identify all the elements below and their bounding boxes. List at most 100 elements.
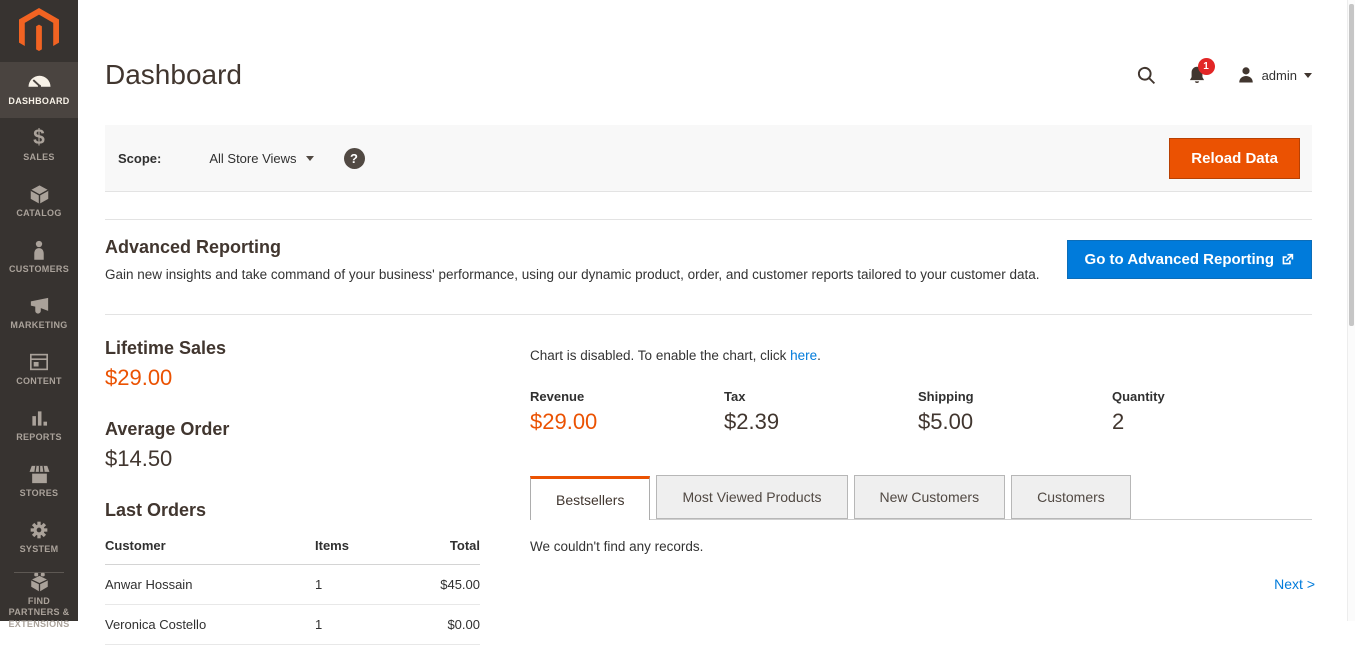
metric-label: Shipping: [918, 389, 1112, 404]
box-icon: [29, 184, 50, 204]
page-header: Dashboard 1 admin: [105, 0, 1312, 92]
advanced-reporting-section: Advanced Reporting Gain new insights and…: [105, 219, 1312, 300]
scope-bar: Scope: All Store Views ? Reload Data: [105, 125, 1312, 192]
sidebar-item-stores[interactable]: STORES: [0, 454, 78, 510]
metric-revenue: Revenue $29.00: [530, 389, 724, 435]
sidebar-item-reports[interactable]: REPORTS: [0, 398, 78, 454]
bar-chart-icon: [30, 408, 49, 428]
sidebar-item-find-partners[interactable]: FIND PARTNERS & EXTENSIONS: [0, 577, 78, 625]
header-actions: 1 admin: [1136, 65, 1312, 86]
person-icon: [30, 240, 48, 260]
sidebar-item-label: DASHBOARD: [6, 96, 71, 107]
store-view-switcher[interactable]: All Store Views: [209, 151, 313, 166]
sidebar-item-label: SYSTEM: [18, 544, 61, 555]
go-to-advanced-reporting-button[interactable]: Go to Advanced Reporting: [1067, 240, 1312, 279]
main-content: Dashboard 1 admin: [78, 0, 1347, 621]
last-orders-block: Last Orders Customer Items Total Anwar H…: [105, 500, 480, 645]
metrics-row: Revenue $29.00 Tax $2.39 Shipping $5.00 …: [530, 389, 1312, 435]
page-title: Dashboard: [105, 58, 242, 92]
column-header-items: Items: [315, 530, 410, 565]
next-page-link[interactable]: Next >: [1274, 576, 1315, 592]
admin-sidebar: DASHBOARD $ SALES CATALOG CUSTOMERS: [0, 0, 78, 621]
column-header-customer: Customer: [105, 530, 315, 565]
chevron-down-icon: [1304, 73, 1312, 78]
sidebar-item-dashboard[interactable]: DASHBOARD: [0, 62, 78, 118]
sidebar-item-sales[interactable]: $ SALES: [0, 118, 78, 174]
order-items: 1: [315, 565, 410, 605]
chevron-down-icon: [306, 156, 314, 161]
advanced-reporting-text: Advanced Reporting Gain new insights and…: [105, 237, 1040, 282]
metric-label: Quantity: [1112, 389, 1306, 404]
metric-label: Tax: [724, 389, 918, 404]
sidebar-item-label: REPORTS: [14, 432, 64, 443]
metric-value: $5.00: [918, 409, 1112, 435]
extensions-icon: [29, 572, 50, 592]
metric-value: $2.39: [724, 409, 918, 435]
empty-records-message: We couldn't find any records.: [530, 539, 1312, 554]
help-icon[interactable]: ?: [344, 148, 365, 169]
tab-bestsellers[interactable]: Bestsellers: [530, 476, 650, 520]
metric-quantity: Quantity 2: [1112, 389, 1306, 435]
magento-logo[interactable]: [0, 0, 78, 62]
dashboard-tabs: Bestsellers Most Viewed Products New Cus…: [530, 475, 1312, 520]
sidebar-item-customers[interactable]: CUSTOMERS: [0, 230, 78, 286]
chart-note-text: Chart is disabled. To enable the chart, …: [530, 348, 790, 363]
chart-note-suffix: .: [817, 348, 821, 363]
sidebar-item-label: CATALOG: [14, 208, 63, 219]
gauge-icon: [28, 72, 51, 92]
order-total: $0.00: [410, 605, 480, 645]
vertical-scrollbar[interactable]: [1347, 0, 1355, 621]
average-order-value: $14.50: [105, 446, 480, 472]
sidebar-item-catalog[interactable]: CATALOG: [0, 174, 78, 230]
store-view-value: All Store Views: [209, 151, 296, 166]
user-avatar-icon: [1237, 66, 1255, 84]
average-order-block: Average Order $14.50: [105, 419, 480, 472]
layout-icon: [29, 352, 49, 372]
scrollbar-thumb[interactable]: [1349, 4, 1354, 326]
magento-logo-icon: [19, 8, 59, 54]
dashboard-right-column: Chart is disabled. To enable the chart, …: [530, 338, 1312, 645]
tab-new-customers[interactable]: New Customers: [854, 475, 1006, 519]
tab-most-viewed-products[interactable]: Most Viewed Products: [656, 475, 847, 519]
tab-customers[interactable]: Customers: [1011, 475, 1131, 519]
sidebar-item-content[interactable]: CONTENT: [0, 342, 78, 398]
metric-shipping: Shipping $5.00: [918, 389, 1112, 435]
last-orders-title: Last Orders: [105, 500, 480, 521]
metric-label: Revenue: [530, 389, 724, 404]
admin-menu[interactable]: admin: [1237, 66, 1312, 84]
table-row[interactable]: Veronica Costello 1 $0.00: [105, 605, 480, 645]
sidebar-item-label: SALES: [21, 152, 57, 163]
lifetime-sales-title: Lifetime Sales: [105, 338, 480, 359]
order-items: 1: [315, 605, 410, 645]
search-icon[interactable]: [1136, 65, 1157, 86]
lifetime-sales-block: Lifetime Sales $29.00: [105, 338, 480, 391]
reload-data-button[interactable]: Reload Data: [1169, 138, 1300, 179]
metric-value: $29.00: [530, 409, 724, 435]
chart-disabled-note: Chart is disabled. To enable the chart, …: [530, 348, 1312, 363]
scope-label: Scope:: [118, 151, 161, 166]
dollar-icon: $: [33, 128, 45, 148]
enable-chart-link[interactable]: here: [790, 348, 817, 363]
notifications-bell-icon[interactable]: 1: [1187, 65, 1207, 86]
column-header-total: Total: [410, 530, 480, 565]
sidebar-item-label: MARKETING: [8, 320, 69, 331]
order-customer: Veronica Costello: [105, 605, 315, 645]
last-orders-table: Customer Items Total Anwar Hossain 1 $45…: [105, 530, 480, 645]
sales-summary-column: Lifetime Sales $29.00 Average Order $14.…: [105, 338, 480, 645]
table-row[interactable]: Anwar Hossain 1 $45.00: [105, 565, 480, 605]
sidebar-item-marketing[interactable]: MARKETING: [0, 286, 78, 342]
megaphone-icon: [29, 296, 50, 316]
sidebar-item-system[interactable]: SYSTEM: [0, 510, 78, 566]
advanced-reporting-description: Gain new insights and take command of yo…: [105, 267, 1040, 282]
gear-icon: [29, 520, 49, 540]
average-order-title: Average Order: [105, 419, 480, 440]
sidebar-item-label: CONTENT: [14, 376, 64, 387]
go-to-advanced-reporting-label: Go to Advanced Reporting: [1085, 251, 1274, 268]
order-total: $45.00: [410, 565, 480, 605]
metric-value: 2: [1112, 409, 1306, 435]
sidebar-item-label: CUSTOMERS: [7, 264, 71, 275]
sidebar-item-label: FIND PARTNERS & EXTENSIONS: [0, 596, 78, 630]
notification-badge[interactable]: 1: [1198, 58, 1215, 75]
admin-username: admin: [1262, 68, 1297, 83]
lifetime-sales-value: $29.00: [105, 365, 480, 391]
